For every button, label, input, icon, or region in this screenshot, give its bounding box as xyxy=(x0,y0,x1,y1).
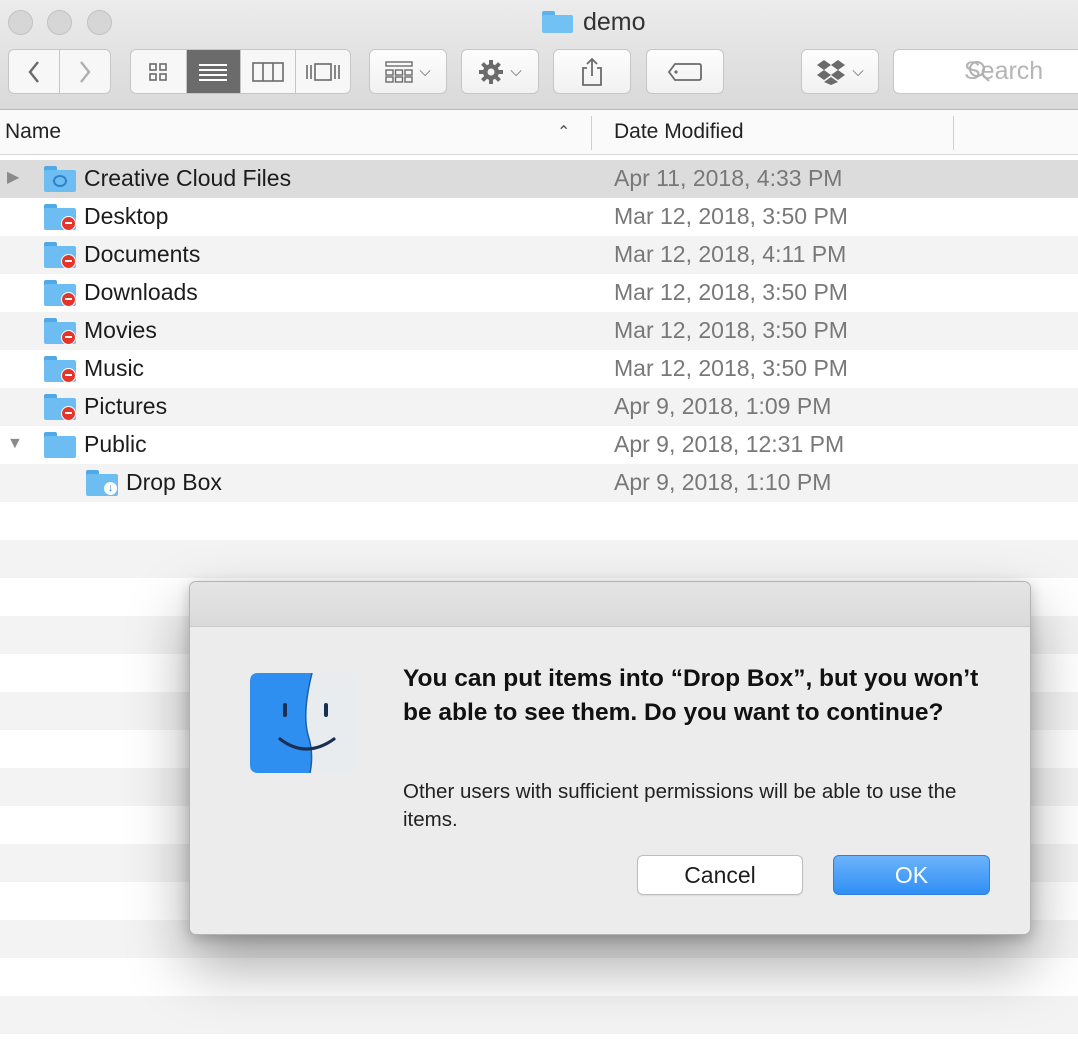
restricted-folder-icon xyxy=(44,204,76,231)
gallery-view-icon xyxy=(305,62,340,81)
file-row-desktop[interactable]: Desktop Mar 12, 2018, 3:50 PM xyxy=(0,198,1078,236)
file-list: ▶ Creative Cloud Files Apr 11, 2018, 4:3… xyxy=(0,160,1078,502)
file-row-public[interactable]: ▼ Public Apr 9, 2018, 12:31 PM xyxy=(0,426,1078,464)
file-name: Public xyxy=(84,431,147,457)
column-header: Name ⌃ Date Modified xyxy=(0,110,1078,155)
restricted-folder-icon xyxy=(44,356,76,383)
date-modified-column-header[interactable]: Date Modified xyxy=(614,120,744,144)
column-view-button[interactable] xyxy=(241,50,296,93)
back-button[interactable] xyxy=(9,50,60,93)
permission-alert-dialog: You can put items into “Drop Box”, but y… xyxy=(189,581,1031,935)
empty-row-stripe xyxy=(0,996,1078,1034)
group-button[interactable]: ⌵ xyxy=(369,49,447,94)
dropbox-button[interactable]: ⌵ xyxy=(801,49,879,94)
icon-view-button[interactable] xyxy=(131,50,187,93)
file-row-movies[interactable]: Movies Mar 12, 2018, 3:50 PM xyxy=(0,312,1078,350)
chevron-down-icon: ⌵ xyxy=(852,63,864,80)
share-button[interactable] xyxy=(553,49,631,94)
finder-toolbar: demo ⌵ ⌵ ⌵ Search xyxy=(0,0,1078,110)
file-row-creative-cloud-files[interactable]: ▶ Creative Cloud Files Apr 11, 2018, 4:3… xyxy=(0,160,1078,198)
creative-cloud-folder-icon xyxy=(44,166,76,192)
chevron-left-icon xyxy=(28,60,39,83)
dialog-message: Other users with sufficient permissions … xyxy=(403,780,957,831)
list-view-icon xyxy=(199,63,228,81)
file-row-pictures[interactable]: Pictures Apr 9, 2018, 1:09 PM xyxy=(0,388,1078,426)
restricted-folder-icon xyxy=(44,318,76,345)
disclosure-triangle-collapsed-icon[interactable]: ▶ xyxy=(7,169,25,187)
file-date: Apr 9, 2018, 1:10 PM xyxy=(614,469,832,495)
sort-ascending-icon: ⌃ xyxy=(557,124,571,141)
group-icon xyxy=(385,60,414,83)
file-row-music[interactable]: Music Mar 12, 2018, 3:50 PM xyxy=(0,350,1078,388)
cancel-button[interactable]: Cancel xyxy=(637,855,803,895)
dialog-title: You can put items into “Drop Box”, but y… xyxy=(403,665,979,726)
chevron-down-icon: ⌵ xyxy=(510,63,522,80)
restricted-folder-icon xyxy=(44,242,76,269)
file-name: Pictures xyxy=(84,393,168,419)
finder-icon xyxy=(250,673,356,773)
file-date: Mar 12, 2018, 3:50 PM xyxy=(614,203,848,229)
folder-icon xyxy=(542,11,573,33)
file-name: Music xyxy=(84,355,145,381)
close-window-button[interactable] xyxy=(8,10,33,35)
file-name: Drop Box xyxy=(126,469,222,495)
search-icon xyxy=(969,61,990,82)
column-divider[interactable] xyxy=(591,116,592,150)
chevron-down-icon: ⌵ xyxy=(419,63,431,80)
file-row-drop-box[interactable]: ↓ Drop Box Apr 9, 2018, 1:10 PM xyxy=(0,464,1078,502)
ok-button[interactable]: OK xyxy=(833,855,990,895)
chevron-right-icon xyxy=(79,60,91,83)
file-name: Creative Cloud Files xyxy=(84,165,292,191)
file-name: Documents xyxy=(84,241,201,267)
tag-button[interactable] xyxy=(646,49,724,94)
window-title-label: demo xyxy=(583,7,646,36)
view-mode-control xyxy=(130,49,351,94)
navigation-buttons xyxy=(8,49,111,94)
dialog-title-bar xyxy=(190,582,1030,627)
gear-icon xyxy=(479,59,504,84)
folder-icon xyxy=(44,432,76,458)
file-row-downloads[interactable]: Downloads Mar 12, 2018, 3:50 PM xyxy=(0,274,1078,312)
icon-view-icon xyxy=(149,62,168,81)
column-divider[interactable] xyxy=(953,116,954,150)
file-name: Downloads xyxy=(84,279,198,305)
disclosure-triangle-expanded-icon[interactable]: ▼ xyxy=(7,435,25,453)
file-date: Apr 11, 2018, 4:33 PM xyxy=(614,165,843,191)
file-date: Apr 9, 2018, 12:31 PM xyxy=(614,431,845,457)
restricted-folder-icon xyxy=(44,394,76,421)
file-date: Mar 12, 2018, 3:50 PM xyxy=(614,317,848,343)
file-date: Mar 12, 2018, 3:50 PM xyxy=(614,279,848,305)
zoom-window-button[interactable] xyxy=(87,10,112,35)
dropbox-icon xyxy=(817,59,846,85)
action-button[interactable]: ⌵ xyxy=(461,49,539,94)
file-date: Mar 12, 2018, 4:11 PM xyxy=(614,241,847,267)
name-column-header[interactable]: Name xyxy=(5,120,61,144)
minimize-window-button[interactable] xyxy=(47,10,72,35)
file-name: Desktop xyxy=(84,203,169,229)
forward-button[interactable] xyxy=(60,50,111,93)
empty-row-stripe xyxy=(0,540,1078,578)
drop-box-folder-icon: ↓ xyxy=(86,470,118,496)
column-view-icon xyxy=(251,61,284,82)
tag-icon xyxy=(667,62,702,81)
file-date: Apr 9, 2018, 1:09 PM xyxy=(614,393,832,419)
list-view-button[interactable] xyxy=(186,50,241,93)
window-title: demo xyxy=(542,6,646,38)
file-name: Movies xyxy=(84,317,157,343)
file-date: Mar 12, 2018, 3:50 PM xyxy=(614,355,848,381)
file-row-documents[interactable]: Documents Mar 12, 2018, 4:11 PM xyxy=(0,236,1078,274)
gallery-view-button[interactable] xyxy=(296,50,351,93)
restricted-folder-icon xyxy=(44,280,76,307)
share-icon xyxy=(582,57,602,86)
